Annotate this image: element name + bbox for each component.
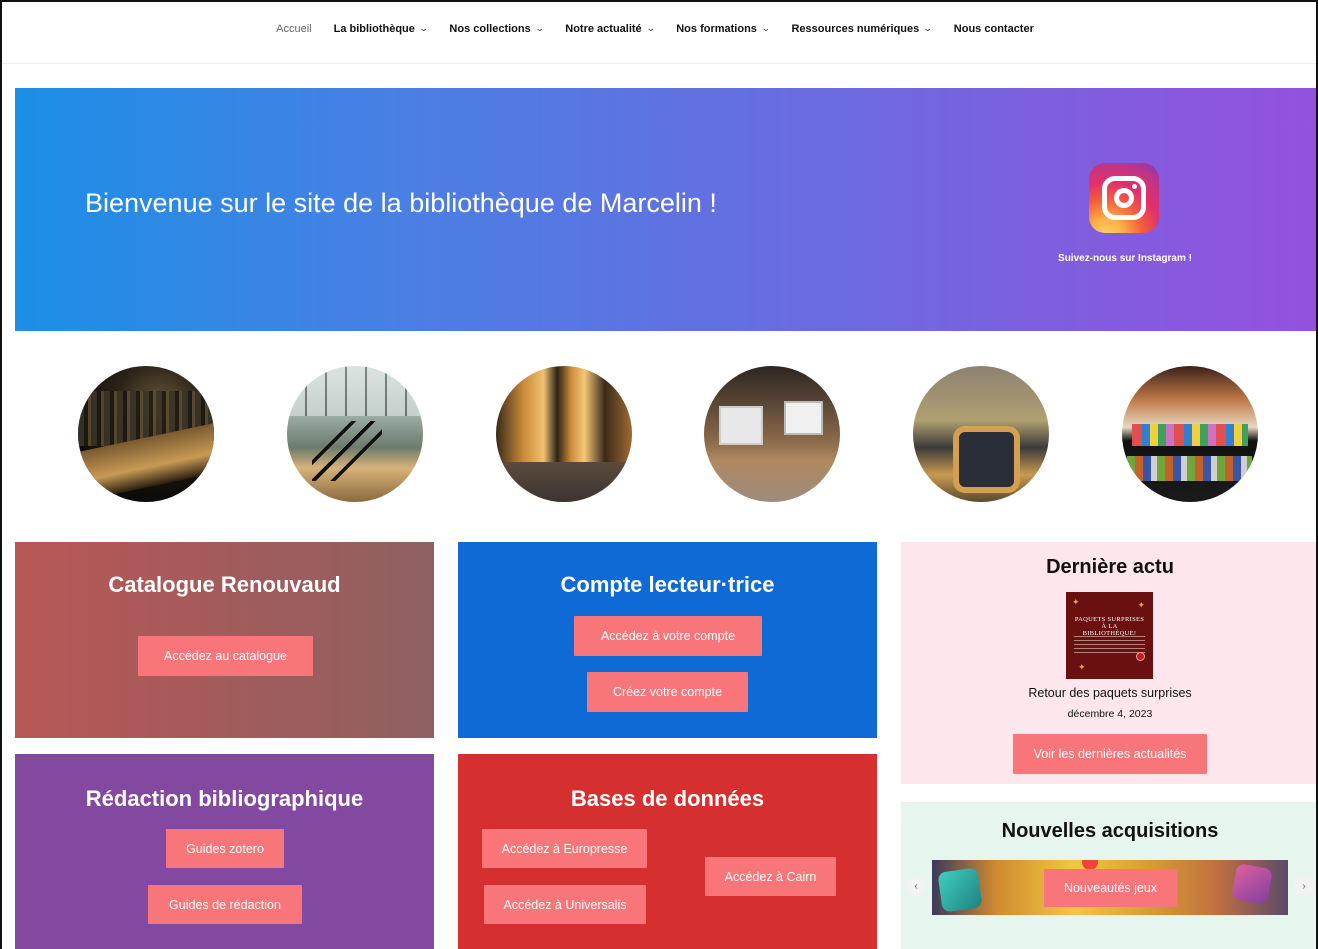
nav-item-la-bibliotheque[interactable]: La bibliothèque ⌄	[333, 22, 429, 35]
new-games-button[interactable]: Nouveautés jeux	[1044, 869, 1177, 907]
gallery-photo-2[interactable]	[287, 366, 423, 502]
gallery-photo-4[interactable]	[704, 366, 840, 502]
gallery-photo-1[interactable]	[78, 366, 214, 502]
chevron-down-icon: ⌄	[418, 23, 429, 33]
zotero-guides-button[interactable]: Guides zotero	[166, 829, 284, 868]
gallery-photo-3[interactable]	[496, 366, 632, 502]
chevron-right-icon[interactable]: ›	[1294, 876, 1314, 896]
star-decoration: ✦	[1072, 597, 1080, 607]
news-thumbnail[interactable]: ✦ ✦ ✦ PAQUETS SURPRISES À LA BIBLIOTHÈQU…	[1066, 592, 1153, 679]
cairn-button[interactable]: Accédez à Cairn	[705, 857, 836, 896]
europresse-button[interactable]: Accédez à Europresse	[482, 829, 647, 868]
nav-item-accueil[interactable]: Accueil	[276, 23, 311, 35]
gallery-photo-5[interactable]	[913, 366, 1049, 502]
catalogue-card: Catalogue Renouvaud Accédez au catalogue	[15, 542, 434, 738]
compte-title: Compte lecteur·trice	[560, 572, 775, 597]
nav-item-nous-contacter[interactable]: Nous contacter	[954, 23, 1034, 35]
chevron-down-icon: ⌄	[534, 23, 545, 33]
gallery-photo-6[interactable]	[1122, 366, 1258, 502]
latest-news-title: Dernière actu	[1046, 556, 1174, 578]
news-post-title[interactable]: Retour des paquets surprises	[901, 686, 1316, 700]
databases-card: Bases de données Accédez à Europresse Ac…	[458, 754, 877, 949]
nav-list: Accueil La bibliothèque ⌄ Nos collections…	[276, 23, 1034, 35]
catalogue-title: Catalogue Renouvaud	[108, 572, 341, 597]
latest-news-button[interactable]: Voir les dernières actualités	[1013, 734, 1207, 774]
dice-decoration	[937, 867, 983, 913]
hero-banner: Bienvenue sur le site de la bibliothèque…	[15, 88, 1316, 331]
nav-label: Nos formations	[676, 22, 757, 35]
nav-label: Nous contacter	[953, 22, 1034, 35]
nav-label: Ressources numériques	[791, 22, 920, 35]
create-account-button[interactable]: Créez votre compte	[587, 672, 748, 712]
dice-decoration	[1231, 863, 1273, 905]
instagram-lens	[1114, 188, 1134, 208]
latest-news-card: Dernière actu ✦ ✦ ✦ PAQUETS SURPRISES À …	[901, 542, 1316, 784]
news-post-date: décembre 4, 2023	[1067, 708, 1153, 720]
nav-label: Notre actualité	[565, 22, 642, 35]
main-nav: Accueil La bibliothèque ⌄ Nos collections…	[2, 2, 1316, 64]
writing-guides-button[interactable]: Guides de rédaction	[148, 885, 302, 924]
chevron-left-icon[interactable]: ‹	[906, 876, 926, 896]
instagram-icon[interactable]	[1089, 163, 1159, 233]
nav-label: Nos collections	[449, 22, 531, 35]
universalis-button[interactable]: Accédez à Universalis	[484, 885, 646, 924]
star-decoration: ✦	[1137, 600, 1145, 610]
chevron-down-icon: ⌄	[760, 23, 771, 33]
nav-label: La bibliothèque	[333, 22, 415, 35]
news-thumbnail-lines	[1074, 636, 1145, 654]
acquisitions-slide: Nouveautés jeux	[932, 860, 1288, 915]
instagram-camera-outline	[1102, 176, 1146, 220]
nav-label: Accueil	[276, 22, 312, 35]
new-acquisitions-title: Nouvelles acquisitions	[1001, 820, 1219, 842]
instagram-link-label[interactable]: Suivez-nous sur Instagram !	[1050, 253, 1200, 264]
nav-item-notre-actualite[interactable]: Notre actualité ⌄	[565, 22, 656, 35]
nav-item-nos-collections[interactable]: Nos collections ⌄	[449, 22, 545, 35]
instagram-flash-dot	[1132, 184, 1137, 189]
access-account-button[interactable]: Accédez à votre compte	[574, 616, 762, 656]
hero-title: Bienvenue sur le site de la bibliothèque…	[85, 188, 717, 218]
redaction-card: Rédaction bibliographique Guides zotero …	[15, 754, 434, 949]
nav-item-nos-formations[interactable]: Nos formations ⌄	[676, 22, 771, 35]
new-acquisitions-card: Nouvelles acquisitions ‹ Nouveautés jeux…	[901, 802, 1316, 949]
chevron-down-icon: ⌄	[923, 23, 933, 33]
redaction-title: Rédaction bibliographique	[85, 786, 364, 811]
catalogue-button[interactable]: Accédez au catalogue	[138, 636, 313, 676]
compte-card: Compte lecteur·trice Accédez à votre com…	[458, 542, 877, 738]
page: Accueil La bibliothèque ⌄ Nos collections…	[0, 0, 1318, 949]
star-decoration: ✦	[1078, 662, 1086, 672]
badge-dot	[1136, 652, 1145, 661]
nav-item-ressources-numeriques[interactable]: Ressources numériques ⌄	[791, 22, 933, 35]
chevron-down-icon: ⌄	[645, 23, 656, 33]
databases-title: Bases de données	[570, 786, 765, 811]
news-thumbnail-text: PAQUETS SURPRISES À LA BIBLIOTHÈQUE!	[1074, 616, 1145, 638]
